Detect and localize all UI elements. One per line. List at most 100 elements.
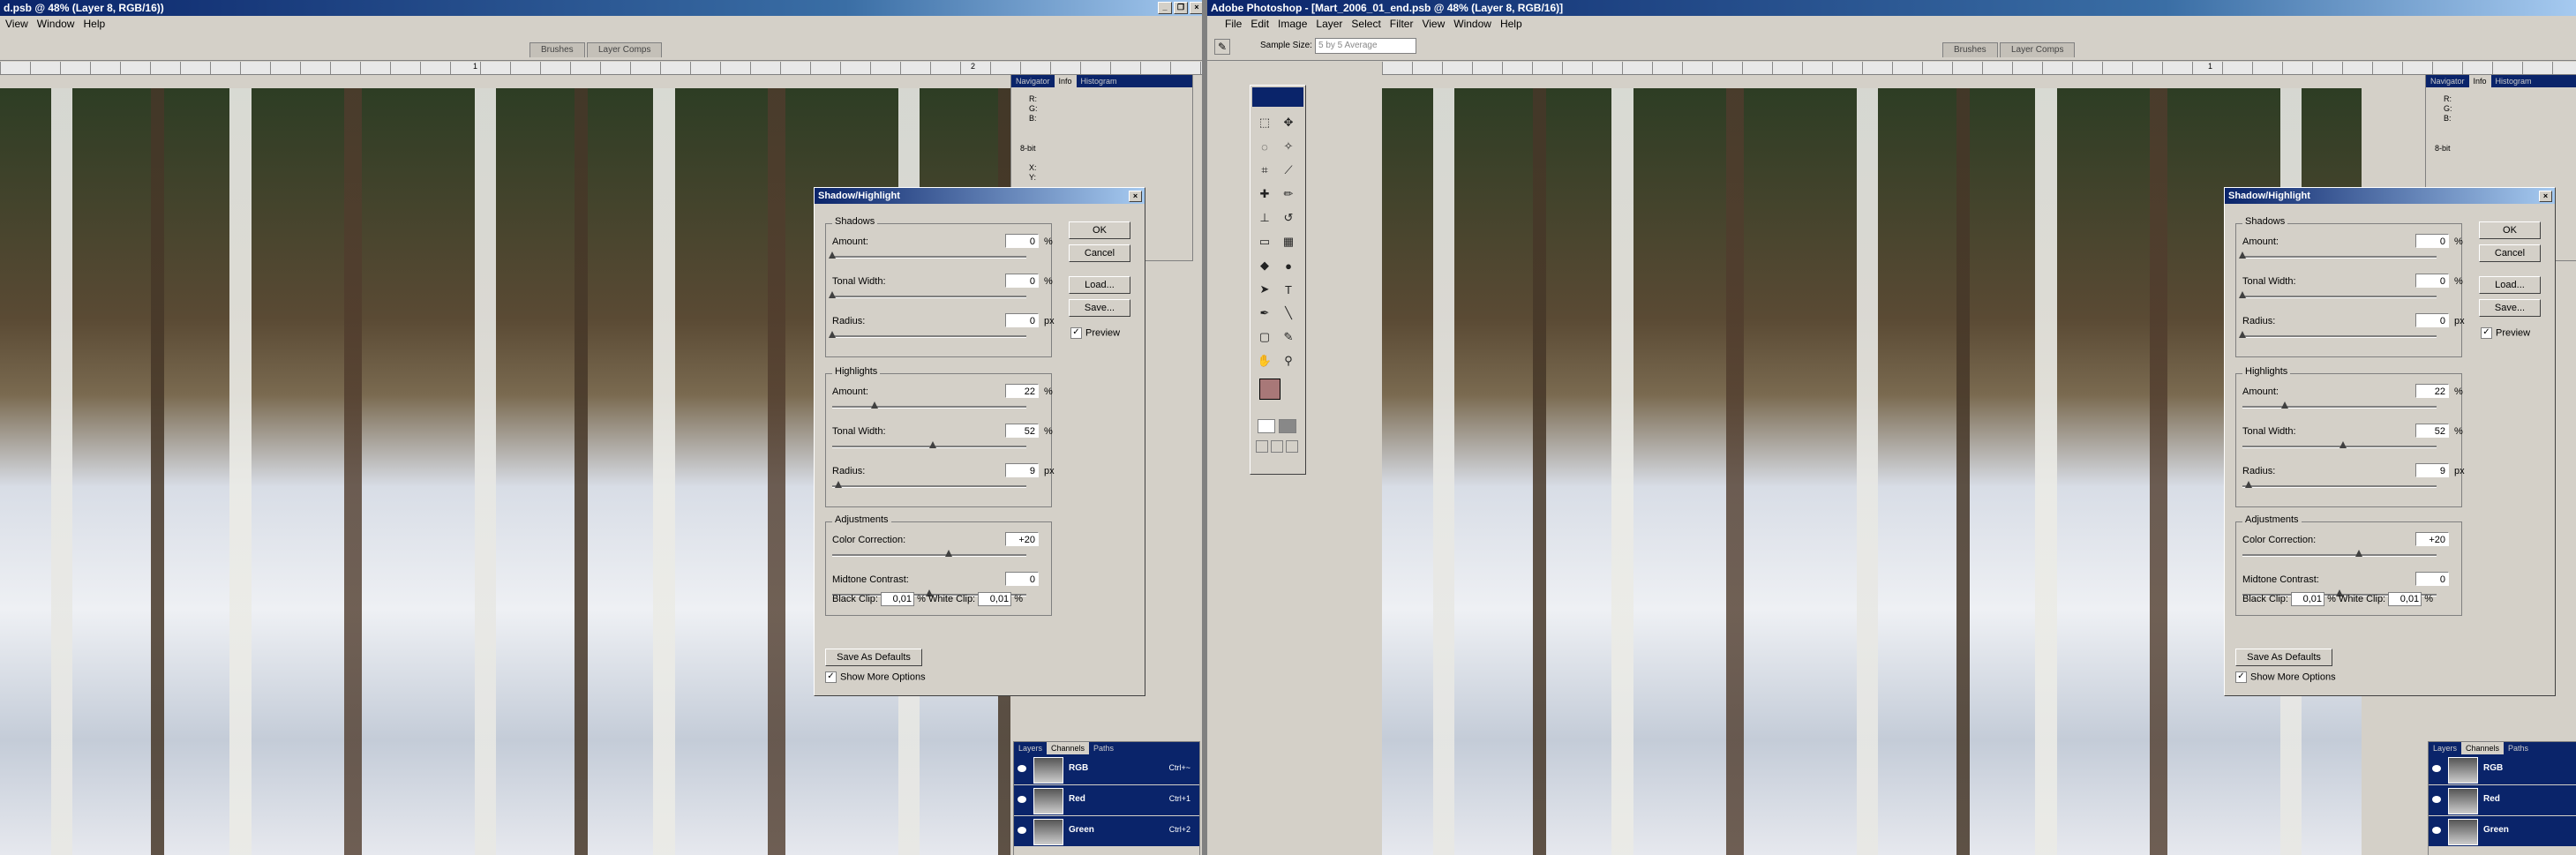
color-correction-slider[interactable]	[2355, 550, 2362, 557]
shadow-amount-slider[interactable]	[829, 251, 836, 259]
channel-row-green[interactable]: Green Ctrl+2	[1014, 816, 1199, 847]
show-more-options-checkbox[interactable]: ✓ Show More Options	[2235, 671, 2336, 683]
tab-channels[interactable]: Channels	[1047, 742, 1090, 754]
menu-filter[interactable]: Filter	[1390, 16, 1414, 32]
slice-icon[interactable]: ⟋	[1278, 160, 1299, 181]
stamp-icon[interactable]: ⊥	[1254, 207, 1275, 229]
tab-paths[interactable]: Paths	[1089, 742, 1118, 754]
highlight-radius-input[interactable]: 9	[1005, 463, 1039, 477]
save-as-defaults-button[interactable]: Save As Defaults	[825, 649, 922, 666]
color-correction-track[interactable]	[832, 554, 1026, 557]
gradient-icon[interactable]: ▦	[1278, 231, 1299, 252]
zoom-icon[interactable]: ⚲	[1278, 350, 1299, 371]
highlight-radius-track[interactable]	[2242, 485, 2437, 488]
highlight-tonal-width-slider[interactable]	[929, 441, 936, 448]
color-correction-track[interactable]	[2242, 554, 2437, 557]
screen-mode-2-icon[interactable]	[1271, 440, 1283, 453]
menu-help[interactable]: Help	[83, 16, 105, 32]
history-brush-icon[interactable]: ↺	[1278, 207, 1299, 229]
menu-file[interactable]: File	[1225, 16, 1242, 32]
shadow-amount-track[interactable]	[2242, 256, 2437, 259]
eye-icon[interactable]	[1018, 765, 1026, 772]
eyedropper-tool-icon[interactable]: ✎	[1278, 326, 1299, 348]
shadow-amount-input[interactable]: 0	[2415, 234, 2449, 248]
preview-check-icon[interactable]: ✓	[2481, 327, 2492, 339]
highlight-amount-track[interactable]	[832, 406, 1026, 409]
menu-select[interactable]: Select	[1351, 16, 1380, 32]
preview-checkbox[interactable]: ✓ Preview	[1070, 327, 1120, 339]
shadow-radius-track[interactable]	[832, 335, 1026, 338]
dodge-icon[interactable]: ●	[1278, 255, 1299, 276]
menu-view[interactable]: View	[1422, 16, 1445, 32]
eye-icon[interactable]	[2432, 765, 2441, 772]
save-button[interactable]: Save...	[2479, 299, 2541, 317]
load-button[interactable]: Load...	[1069, 276, 1130, 294]
preview-checkbox[interactable]: ✓ Preview	[2481, 327, 2530, 339]
tab-navigator[interactable]: Navigator	[2426, 75, 2469, 87]
midtone-contrast-input[interactable]: 0	[1005, 572, 1039, 586]
black-clip-input[interactable]: 0,01	[2291, 592, 2325, 606]
healing-icon[interactable]: ✚	[1254, 184, 1275, 205]
cancel-button[interactable]: Cancel	[2479, 244, 2541, 262]
tab-layer-comps[interactable]: Layer Comps	[587, 42, 663, 57]
load-button[interactable]: Load...	[2479, 276, 2541, 294]
tab-info[interactable]: Info	[1054, 75, 1077, 87]
shadow-amount-input[interactable]: 0	[1005, 234, 1039, 248]
restore-icon[interactable]: ❐	[1174, 2, 1188, 14]
shadow-tonal-width-input[interactable]: 0	[1005, 274, 1039, 288]
shadow-amount-track[interactable]	[832, 256, 1026, 259]
menu-layer[interactable]: Layer	[1316, 16, 1342, 32]
white-clip-input[interactable]: 0,01	[978, 592, 1012, 606]
channel-row-rgb[interactable]: RGB	[2429, 754, 2576, 785]
shadow-radius-track[interactable]	[2242, 335, 2437, 338]
midtone-contrast-input[interactable]: 0	[2415, 572, 2449, 586]
menu-help[interactable]: Help	[1500, 16, 1522, 32]
show-more-check-icon[interactable]: ✓	[825, 671, 837, 683]
show-more-options-checkbox[interactable]: ✓ Show More Options	[825, 671, 926, 683]
channel-row-red[interactable]: Red	[2429, 785, 2576, 816]
eyedropper-icon[interactable]: ✎	[1214, 39, 1230, 55]
shadow-radius-slider[interactable]	[2239, 331, 2246, 338]
eye-icon[interactable]	[2432, 827, 2441, 834]
image-canvas[interactable]	[1382, 88, 2362, 855]
save-button[interactable]: Save...	[1069, 299, 1130, 317]
channel-row-red[interactable]: Red Ctrl+1	[1014, 785, 1199, 816]
quick-mask-icon[interactable]	[1279, 419, 1296, 433]
highlight-amount-slider[interactable]	[871, 401, 878, 409]
shadow-amount-slider[interactable]	[2239, 251, 2246, 259]
shadow-tonal-width-slider[interactable]	[2239, 291, 2246, 298]
foreground-color-swatch[interactable]	[1259, 379, 1280, 400]
pen-icon[interactable]: ✒	[1254, 303, 1275, 324]
tab-channels[interactable]: Channels	[2461, 742, 2505, 754]
save-as-defaults-button[interactable]: Save As Defaults	[2235, 649, 2332, 666]
highlight-amount-track[interactable]	[2242, 406, 2437, 409]
shadow-tonal-width-track[interactable]	[832, 296, 1026, 298]
menu-image[interactable]: Image	[1278, 16, 1307, 32]
color-correction-input[interactable]: +20	[2415, 532, 2449, 546]
color-correction-slider[interactable]	[945, 550, 952, 557]
highlight-tonal-width-slider[interactable]	[2339, 441, 2347, 448]
sample-size-select[interactable]: 5 by 5 Average	[1315, 38, 1416, 54]
highlight-radius-slider[interactable]	[2245, 481, 2252, 488]
shadow-radius-input[interactable]: 0	[1005, 313, 1039, 327]
minimize-icon[interactable]: _	[1158, 2, 1172, 14]
tab-brushes[interactable]: Brushes	[529, 42, 585, 57]
highlight-tonal-width-input[interactable]: 52	[2415, 424, 2449, 438]
tab-layers[interactable]: Layers	[1014, 742, 1047, 754]
shape-icon[interactable]: ╲	[1278, 303, 1299, 324]
brush-icon[interactable]: ✏	[1278, 184, 1299, 205]
eye-icon[interactable]	[2432, 796, 2441, 803]
shadow-tonal-width-track[interactable]	[2242, 296, 2437, 298]
screen-mode-3-icon[interactable]	[1286, 440, 1298, 453]
highlight-tonal-width-input[interactable]: 52	[1005, 424, 1039, 438]
screen-mode-1-icon[interactable]	[1256, 440, 1268, 453]
shadow-radius-slider[interactable]	[829, 331, 836, 338]
lasso-icon[interactable]: ◌	[1254, 136, 1275, 157]
black-clip-input[interactable]: 0,01	[881, 592, 915, 606]
path-select-icon[interactable]: ➤	[1254, 279, 1275, 300]
marquee-icon[interactable]: ⬚	[1254, 112, 1275, 133]
close-icon[interactable]: ×	[2539, 191, 2552, 202]
tab-layers[interactable]: Layers	[2429, 742, 2461, 754]
shadow-tonal-width-input[interactable]: 0	[2415, 274, 2449, 288]
tab-paths[interactable]: Paths	[2504, 742, 2533, 754]
